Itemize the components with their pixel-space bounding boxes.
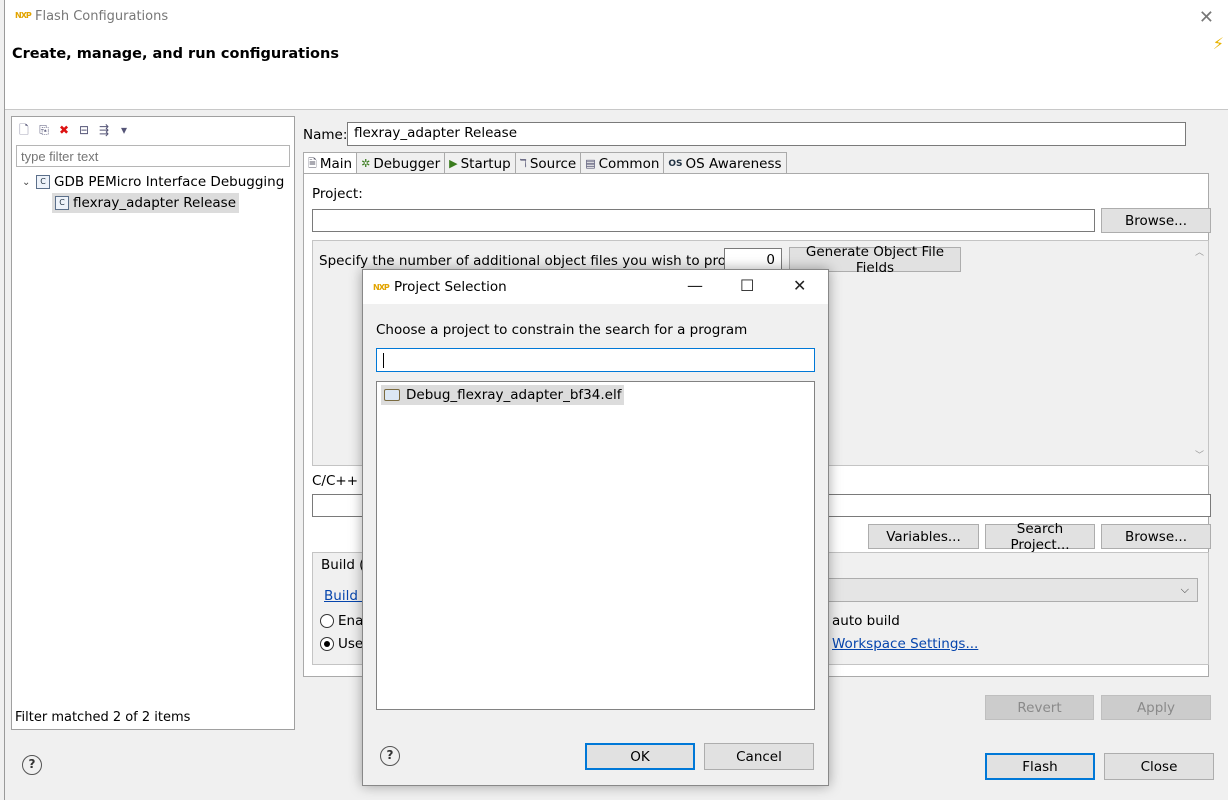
- search-project-button[interactable]: Search Project...: [985, 521, 1095, 553]
- tab-label: Common: [598, 155, 660, 172]
- common-icon: ▤: [585, 157, 596, 170]
- document-icon: 🗎: [308, 156, 317, 170]
- c-config-icon: C: [36, 175, 50, 189]
- nxp-logo-icon: NXP: [15, 11, 32, 20]
- os-icon: OS: [668, 158, 683, 169]
- collapse-all-icon[interactable]: ⊟: [76, 122, 92, 138]
- maximize-icon[interactable]: ☐: [740, 276, 754, 295]
- flash-button[interactable]: Flash: [985, 753, 1095, 780]
- ok-button[interactable]: OK: [585, 743, 695, 770]
- enable-auto-build-suffix: auto build: [832, 613, 900, 629]
- tab-startup[interactable]: ▶ Startup: [444, 152, 516, 174]
- tab-common[interactable]: ▤ Common: [580, 152, 665, 174]
- play-icon: ▶: [449, 157, 458, 170]
- source-icon: ℸ: [519, 157, 527, 170]
- dialog-prompt: Choose a project to constrain the search…: [376, 322, 748, 338]
- dialog-help-icon[interactable]: ?: [380, 746, 400, 766]
- tab-label: Debugger: [373, 155, 441, 172]
- object-files-label: Specify the number of additional object …: [319, 253, 767, 269]
- new-config-icon[interactable]: 🗋: [16, 122, 32, 138]
- text-caret: [383, 353, 384, 368]
- tab-debugger[interactable]: ✲ Debugger: [356, 152, 446, 174]
- dialog-close-icon[interactable]: ✕: [793, 276, 806, 295]
- use-workspace-settings-radio[interactable]: [320, 637, 334, 651]
- build-config-select[interactable]: ⌵: [768, 578, 1198, 602]
- object-files-count-input[interactable]: 0: [724, 248, 782, 271]
- tab-label: Startup: [460, 155, 511, 172]
- window-titlebar: NXP Flash Configurations ✕: [5, 0, 1228, 34]
- chevron-down-icon: ⌵: [1180, 583, 1189, 596]
- tab-label: Main: [319, 156, 353, 172]
- chevron-down-icon[interactable]: ⌄: [22, 177, 36, 188]
- project-label: Project:: [312, 186, 363, 202]
- config-toolbar: 🗋 ⎘ ✖ ⊟ ⇶ ▾: [16, 120, 132, 140]
- folder-icon: [384, 389, 400, 401]
- filter-config-icon[interactable]: ⇶: [96, 122, 112, 138]
- bug-icon: ✲: [361, 157, 371, 170]
- dialog-title: Project Selection: [394, 279, 507, 295]
- header-area: Create, manage, and run configurations: [5, 34, 1228, 110]
- list-item-label: Debug_flexray_adapter_bf34.elf: [406, 387, 622, 403]
- dialog-titlebar: NXP Project Selection — ☐ ✕: [363, 270, 828, 304]
- scroll-up-icon[interactable]: ︿: [1195, 245, 1204, 258]
- tab-source[interactable]: ℸ Source: [514, 152, 582, 174]
- name-input[interactable]: flexray_adapter Release: [347, 122, 1186, 146]
- page-title: Create, manage, and run configurations: [12, 46, 339, 62]
- tree-item-gdb-pemicro[interactable]: ⌄ C GDB PEMicro Interface Debugging: [22, 172, 284, 192]
- browse-project-button[interactable]: Browse...: [1101, 208, 1211, 233]
- variables-button[interactable]: Variables...: [868, 524, 979, 549]
- revert-button[interactable]: Revert: [985, 695, 1094, 720]
- tab-main[interactable]: 🗎 Main: [303, 152, 358, 175]
- apply-button[interactable]: Apply: [1101, 695, 1211, 720]
- config-tabs: 🗎 Main ✲ Debugger ▶ Startup ℸ Source ▤ Common…: [303, 152, 787, 175]
- window-close-icon[interactable]: ✕: [1199, 7, 1214, 28]
- project-input[interactable]: [312, 209, 1095, 232]
- workspace-settings-link[interactable]: Workspace Settings...: [832, 636, 978, 652]
- configuration-list-pane: 🗋 ⎘ ✖ ⊟ ⇶ ▾ ⌄ C GDB PEMicro Interface De…: [11, 116, 295, 730]
- project-selection-dialog: NXP Project Selection — ☐ ✕ Choose a pro…: [362, 269, 829, 786]
- filter-input[interactable]: [16, 145, 290, 167]
- chevron-down-icon[interactable]: ▾: [116, 122, 132, 138]
- tab-label: Source: [529, 155, 577, 172]
- project-list[interactable]: Debug_flexray_adapter_bf34.elf: [376, 381, 815, 710]
- enable-auto-build-radio[interactable]: [320, 614, 334, 628]
- delete-config-icon[interactable]: ✖: [56, 122, 72, 138]
- tab-label: OS Awareness: [685, 155, 782, 172]
- project-filter-input[interactable]: [376, 348, 815, 372]
- nxp-logo-icon: NXP: [373, 283, 390, 292]
- minimize-icon[interactable]: —: [687, 276, 703, 295]
- window-title: Flash Configurations: [35, 9, 169, 24]
- help-icon[interactable]: ?: [22, 755, 42, 775]
- scroll-down-icon[interactable]: ﹀: [1195, 448, 1204, 461]
- duplicate-config-icon[interactable]: ⎘: [36, 122, 52, 138]
- list-item[interactable]: Debug_flexray_adapter_bf34.elf: [381, 385, 625, 405]
- close-button[interactable]: Close: [1104, 753, 1214, 780]
- tree-item-flexray-release[interactable]: C flexray_adapter Release: [52, 193, 239, 213]
- tree-item-label: GDB PEMicro Interface Debugging: [54, 174, 285, 190]
- c-config-icon: C: [55, 196, 69, 210]
- browse-application-button[interactable]: Browse...: [1101, 524, 1211, 549]
- object-files-scrollbar[interactable]: ︿ ﹀: [1191, 241, 1208, 465]
- tree-item-label: flexray_adapter Release: [73, 195, 236, 211]
- filter-status: Filter matched 2 of 2 items: [15, 710, 191, 725]
- cancel-button[interactable]: Cancel: [704, 743, 814, 770]
- tab-os-awareness[interactable]: OS OS Awareness: [663, 152, 787, 174]
- name-label: Name:: [303, 127, 348, 143]
- lightning-icon: ⚡: [1212, 34, 1224, 53]
